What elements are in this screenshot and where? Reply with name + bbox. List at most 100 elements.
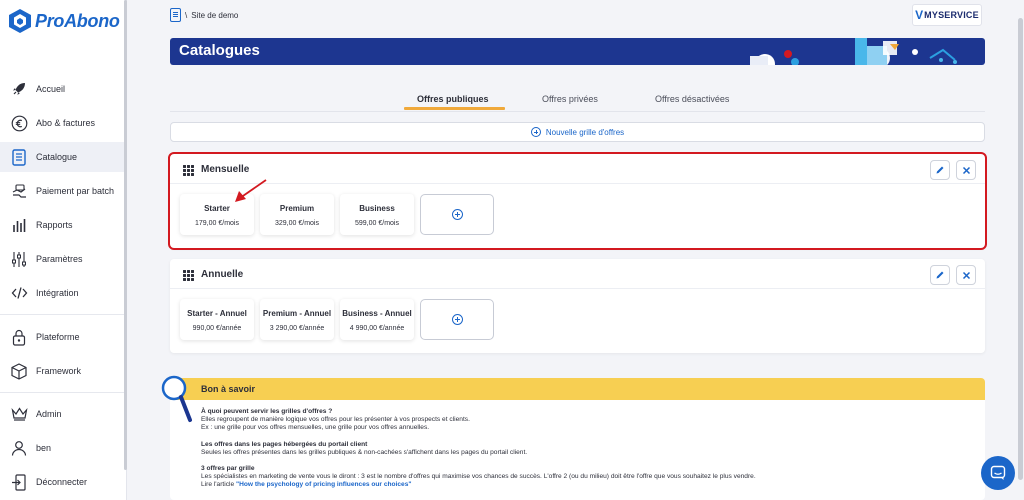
sidebar-item-deconnecter[interactable]: Déconnecter [0, 467, 126, 497]
info-answer: Ex : une grille pour vos offres mensuell… [201, 424, 430, 432]
offer-name: Premium - Annuel [262, 309, 332, 318]
sidebar-item-accueil[interactable]: Accueil [0, 74, 126, 104]
offer-card-business[interactable]: Business 599,00 €/mois [340, 194, 414, 235]
catalog-icon [170, 8, 181, 22]
partner-logo-text: MYSERVICE [924, 10, 979, 20]
sidebar-item-label: Abo & factures [36, 118, 96, 128]
offer-price: 990,00 €/année [192, 325, 242, 332]
delete-grid-button[interactable] [956, 160, 976, 180]
drag-handle-icon[interactable] [183, 270, 194, 281]
article-link[interactable]: "How the psychology of pricing influence… [236, 481, 412, 488]
grid-title: Annuelle [201, 269, 244, 280]
tab-offres-publiques[interactable]: Offres publiques [417, 94, 489, 104]
sidebar-item-catalogue[interactable]: Catalogue [0, 142, 126, 172]
offer-card-premium-annuel[interactable]: Premium - Annuel 3 290,00 €/année [260, 299, 334, 340]
plus-circle-icon [451, 209, 463, 220]
rocket-icon [10, 80, 28, 98]
euro-icon [10, 114, 28, 132]
tab-bar: Offres publiques Offres privées Offres d… [170, 90, 985, 112]
sidebar-item-framework[interactable]: Framework [0, 356, 126, 386]
add-offer-button[interactable] [420, 299, 494, 340]
drag-handle-icon[interactable] [183, 165, 194, 176]
grid-header: Annuelle [170, 259, 985, 289]
breadcrumb-site[interactable]: Site de demo [191, 11, 238, 20]
logout-icon [10, 473, 28, 491]
sidebar-item-user[interactable]: ben [0, 433, 126, 463]
code-icon [10, 284, 28, 302]
offer-card-premium[interactable]: Premium 329,00 €/mois [260, 194, 334, 235]
user-icon [10, 439, 28, 457]
sidebar-item-integration[interactable]: Intégration [0, 278, 126, 308]
add-offer-button[interactable] [420, 194, 494, 235]
info-link-prefix: Lire l'article [201, 481, 236, 489]
close-icon [962, 166, 970, 174]
sidebar-item-label: ben [36, 443, 52, 453]
page-banner: Catalogues [170, 38, 985, 65]
delete-grid-button[interactable] [956, 265, 976, 285]
partner-logo: V MYSERVICE [912, 4, 982, 26]
offer-name: Starter - Annuel [187, 309, 247, 318]
offer-price: 599,00 €/mois [355, 220, 399, 227]
info-question: Les offres dans les pages hébergées du p… [201, 440, 368, 448]
new-grid-label: Nouvelle grille d'offres [545, 127, 625, 137]
grid-title: Mensuelle [201, 164, 250, 175]
lock-icon [10, 328, 28, 346]
sidebar-scrollbar[interactable] [124, 0, 127, 470]
sidebar-item-plateforme[interactable]: Plateforme [0, 322, 126, 352]
magnifier-icon [161, 375, 192, 422]
grid-header: Mensuelle [170, 154, 985, 184]
offer-name: Business [359, 204, 395, 213]
tab-offres-privees[interactable]: Offres privées [542, 94, 598, 104]
sidebar-item-label: Catalogue [36, 152, 78, 162]
offer-name: Premium [279, 204, 315, 213]
edit-grid-button[interactable] [930, 160, 950, 180]
offer-card-starter-annuel[interactable]: Starter - Annuel 990,00 €/année [180, 299, 254, 340]
breadcrumb-separator: \ [185, 10, 188, 20]
sidebar-item-label: Accueil [36, 84, 66, 94]
grid-card-annuelle: Annuelle Starter - Annuel 990,00 €/année… [170, 259, 985, 353]
new-grid-button[interactable]: Nouvelle grille d'offres [170, 122, 985, 142]
edit-grid-button[interactable] [930, 265, 950, 285]
sidebar-divider [0, 314, 126, 315]
annotation-arrow-icon [235, 179, 267, 202]
info-answer: Les spécialistes en marketing de vente v… [201, 473, 756, 481]
page-title: Catalogues [179, 42, 260, 59]
offer-name: Starter [204, 204, 230, 213]
offer-price: 4 990,00 €/année [349, 325, 405, 332]
sidebar-item-paiement-batch[interactable]: Paiement par batch [0, 176, 126, 206]
offer-card-business-annuel[interactable]: Business - Annuel 4 990,00 €/année [340, 299, 414, 340]
offer-price: 179,00 €/mois [195, 220, 239, 227]
sidebar-item-label: Admin [36, 409, 62, 419]
offer-price: 3 290,00 €/année [269, 325, 325, 332]
pencil-icon [936, 166, 944, 174]
partner-logo-mark: V [915, 8, 924, 22]
sidebar-item-label: Paramètres [36, 254, 83, 264]
sidebar-item-parametres[interactable]: Paramètres [0, 244, 126, 274]
settings-sliders-icon [10, 250, 28, 268]
plus-circle-icon [530, 127, 541, 137]
plus-circle-icon [451, 314, 463, 325]
tab-offres-desactivees[interactable]: Offres désactivées [655, 94, 729, 104]
info-box: Bon à savoir À quoi peuvent servir les g… [170, 378, 985, 500]
logo-text: ProAbono [35, 10, 120, 31]
close-icon [962, 271, 970, 279]
sidebar-item-abo-factures[interactable]: Abo & factures [0, 108, 126, 138]
sidebar-item-label: Déconnecter [36, 477, 88, 487]
info-question: À quoi peuvent servir les grilles d'offr… [201, 408, 333, 415]
info-answer: Elles regroupent de manière logique vos … [201, 416, 470, 424]
offer-name: Business - Annuel [342, 309, 412, 318]
info-header: Bon à savoir [170, 378, 985, 400]
page-scrollbar[interactable] [1018, 18, 1023, 480]
chat-button[interactable] [981, 456, 1015, 490]
sidebar-item-label: Intégration [36, 288, 79, 298]
sidebar-item-label: Framework [36, 366, 82, 376]
sidebar-item-rapports[interactable]: Rapports [0, 210, 126, 240]
info-title: Bon à savoir [201, 384, 256, 394]
offer-price: 329,00 €/mois [275, 220, 319, 227]
info-question: 3 offres par grille [201, 465, 255, 473]
sidebar-item-admin[interactable]: Admin [0, 399, 126, 429]
logo[interactable]: ProAbono [9, 9, 120, 33]
sidebar-item-label: Paiement par batch [36, 186, 115, 196]
sidebar-item-label: Plateforme [36, 332, 80, 342]
info-answer: Seules les offres présentes dans les gri… [201, 448, 528, 456]
